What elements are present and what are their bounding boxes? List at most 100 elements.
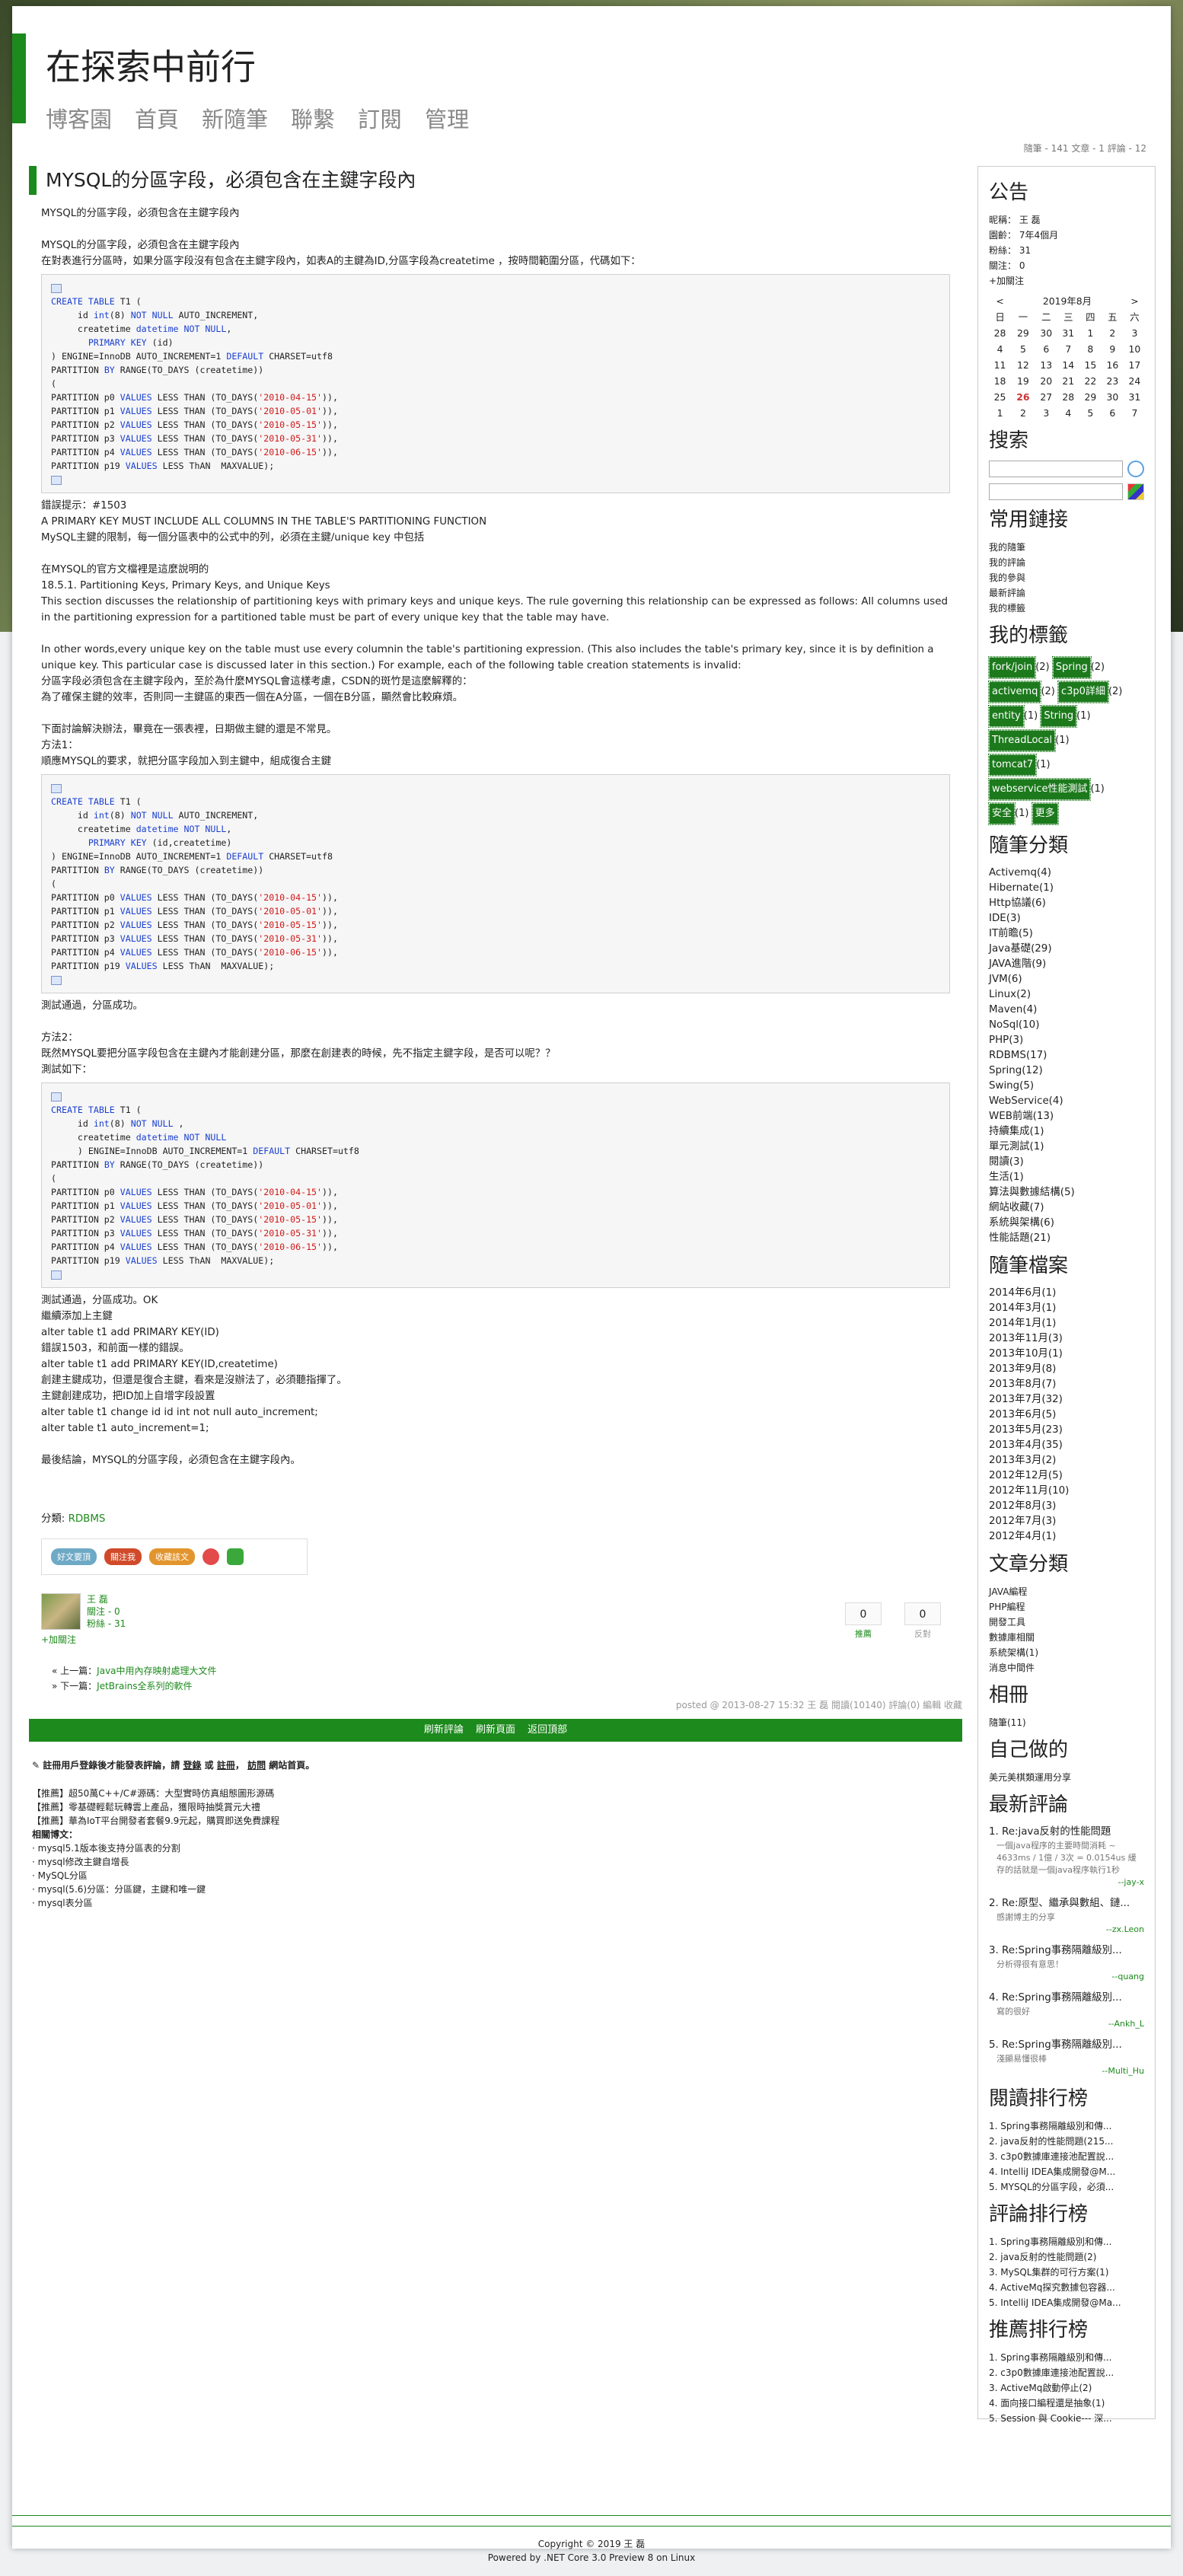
copy-code-icon[interactable] — [51, 975, 62, 985]
category-item[interactable]: Activemq(4) — [989, 866, 1144, 881]
category-link[interactable]: RDBMS — [69, 1513, 106, 1525]
comment-rank-item[interactable]: 4. ActiveMq探究數據包容器... — [989, 2280, 1144, 2295]
next-post-link[interactable]: JetBrains全系列的軟件 — [97, 1681, 192, 1691]
calendar-day[interactable]: 23 — [1102, 373, 1124, 389]
tag-entity[interactable]: entity — [988, 705, 1025, 728]
calendar-day[interactable]: 3 — [1035, 405, 1057, 421]
comment-rank-item[interactable]: 2. java反射的性能問題(2) — [989, 2249, 1144, 2265]
calendar-day[interactable]: 6 — [1035, 341, 1057, 357]
copy-code-icon[interactable] — [51, 1092, 62, 1101]
archive-item[interactable]: 2013年7月(32) — [989, 1392, 1144, 1408]
category-item[interactable]: 系統與架構(6) — [989, 1216, 1144, 1231]
tag-threadlocal[interactable]: ThreadLocal — [987, 729, 1057, 752]
article-category-item[interactable]: 數據庫相關 — [989, 1630, 1144, 1645]
nav-subscribe[interactable]: 訂閱 — [358, 102, 402, 134]
google-search-icon[interactable] — [1127, 483, 1144, 500]
calendar-day[interactable]: 19 — [1011, 373, 1035, 389]
calendar-day[interactable]: 25 — [989, 389, 1011, 405]
sidebar-link[interactable]: 最新評論 — [989, 585, 1144, 601]
archive-item[interactable]: 2014年1月(1) — [989, 1316, 1144, 1331]
add-follow-link[interactable]: +加關注 — [41, 1633, 76, 1646]
author-name[interactable]: 王 磊 — [87, 1593, 126, 1605]
article-category-item[interactable]: 系統架構(1) — [989, 1645, 1144, 1660]
login-link[interactable]: 登錄 — [183, 1760, 201, 1771]
calendar-day[interactable]: 11 — [989, 357, 1011, 373]
recent-comment-title[interactable]: 5. Re:Spring事務隔離級別... — [989, 2038, 1144, 2053]
calendar-day[interactable]: 7 — [1057, 341, 1079, 357]
vote-down[interactable]: 0 反對 — [904, 1602, 941, 1640]
ad-item[interactable]: 【推薦】華為IoT平台開發者套餐9.9元起，購買即送免費課程 — [32, 1814, 962, 1828]
sidebar-link[interactable]: 我的標籤 — [989, 601, 1144, 616]
calendar-day[interactable]: 31 — [1124, 389, 1146, 405]
google-search-input[interactable] — [989, 483, 1124, 500]
calendar-day[interactable]: 7 — [1124, 405, 1146, 421]
prev-post-link[interactable]: Java中用內存映射處理大文件 — [97, 1666, 216, 1676]
calendar-day[interactable]: 20 — [1035, 373, 1057, 389]
category-item[interactable]: 生活(1) — [989, 1170, 1144, 1185]
calendar-day[interactable]: 29 — [1011, 325, 1035, 341]
calendar-day[interactable]: 12 — [1011, 357, 1035, 373]
calendar-day[interactable]: 2 — [1011, 405, 1035, 421]
category-item[interactable]: 單元測試(1) — [989, 1140, 1144, 1155]
refresh-comments-link[interactable]: 刷新評論 — [424, 1724, 464, 1736]
read-rank-item[interactable]: 4. IntelliJ IDEA集成開發@M... — [989, 2164, 1144, 2179]
ad-item[interactable]: 【推薦】超50萬C++/C#源碼：大型實時仿真組態圖形源碼 — [32, 1787, 962, 1800]
archive-item[interactable]: 2014年6月(1) — [989, 1286, 1144, 1301]
related-item[interactable]: · MySQL分區 — [32, 1869, 962, 1883]
tag-more[interactable]: 更多 — [1031, 802, 1059, 825]
calendar-day[interactable]: 30 — [1035, 325, 1057, 341]
related-item[interactable]: · mysql表分區 — [32, 1896, 962, 1910]
recent-comment-author[interactable]: --jay-x — [989, 1876, 1144, 1889]
tag-activemq[interactable]: activemq — [987, 681, 1042, 703]
register-link[interactable]: 註冊 — [217, 1760, 235, 1771]
calendar-prev[interactable]: < — [989, 293, 1011, 309]
article-category-item[interactable]: 開發工具 — [989, 1615, 1144, 1630]
category-item[interactable]: IDE(3) — [989, 911, 1144, 926]
tag-forkjoin[interactable]: fork/join — [987, 656, 1037, 679]
recent-comment-title[interactable]: 2. Re:原型、繼承與數組、鏈... — [989, 1896, 1144, 1911]
archive-item[interactable]: 2012年11月(10) — [989, 1484, 1144, 1499]
category-item[interactable]: JAVA進階(9) — [989, 957, 1144, 972]
tag-tomcat7[interactable]: tomcat7 — [987, 754, 1038, 776]
author-fans[interactable]: 粉絲 - 31 — [87, 1618, 126, 1630]
comment-rank-item[interactable]: 5. IntelliJ IDEA集成開發@Ma... — [989, 2295, 1144, 2310]
article-category-item[interactable]: 消息中間件 — [989, 1660, 1144, 1675]
category-item[interactable]: Hibernate(1) — [989, 881, 1144, 896]
archive-item[interactable]: 2013年9月(8) — [989, 1362, 1144, 1377]
recent-comment-author[interactable]: --zx.Leon — [989, 1924, 1144, 1936]
self-made-item[interactable]: 美元美棋類運用分享 — [989, 1770, 1144, 1785]
category-item[interactable]: NoSql(10) — [989, 1018, 1144, 1033]
category-item[interactable]: Java基礎(29) — [989, 942, 1144, 957]
back-to-top-link[interactable]: 返回頂部 — [528, 1724, 567, 1736]
calendar-day[interactable]: 5 — [1079, 405, 1102, 421]
calendar-day[interactable]: 22 — [1079, 373, 1102, 389]
calendar-day[interactable]: 18 — [989, 373, 1011, 389]
calendar-day[interactable]: 4 — [1057, 405, 1079, 421]
calendar-day[interactable]: 15 — [1079, 357, 1102, 373]
notice-fans[interactable]: 粉絲： 31 — [989, 243, 1144, 258]
category-item[interactable]: 性能話題(21) — [989, 1231, 1144, 1246]
refresh-page-link[interactable]: 刷新頁面 — [476, 1724, 515, 1736]
search-input[interactable] — [989, 461, 1124, 477]
archive-item[interactable]: 2013年3月(2) — [989, 1453, 1144, 1468]
category-item[interactable]: Http協議(6) — [989, 896, 1144, 911]
album-item[interactable]: 隨筆(11) — [989, 1715, 1144, 1730]
avatar[interactable] — [41, 1593, 81, 1630]
archive-item[interactable]: 2014年3月(1) — [989, 1301, 1144, 1316]
calendar-day[interactable]: 9 — [1102, 341, 1124, 357]
related-item[interactable]: · mysql5.1版本後支持分區表的分割 — [32, 1841, 962, 1855]
category-item[interactable]: 持續集成(1) — [989, 1124, 1144, 1140]
calendar-day[interactable]: 2 — [1102, 325, 1124, 341]
calendar-day[interactable]: 28 — [1057, 389, 1079, 405]
sidebar-link[interactable]: 我的評論 — [989, 555, 1144, 570]
archive-item[interactable]: 2013年6月(5) — [989, 1408, 1144, 1423]
calendar-day[interactable]: 14 — [1057, 357, 1079, 373]
calendar-day[interactable]: 6 — [1102, 405, 1124, 421]
archive-item[interactable]: 2013年5月(23) — [989, 1423, 1144, 1438]
nav-contact[interactable]: 聯繫 — [291, 102, 335, 134]
notice-following[interactable]: 關注： 0 — [989, 258, 1144, 273]
nav-cnblogs[interactable]: 博客園 — [46, 102, 112, 134]
category-item[interactable]: Swing(5) — [989, 1079, 1144, 1094]
notice-add-follow[interactable]: +加關注 — [989, 273, 1144, 289]
category-item[interactable]: RDBMS(17) — [989, 1048, 1144, 1063]
